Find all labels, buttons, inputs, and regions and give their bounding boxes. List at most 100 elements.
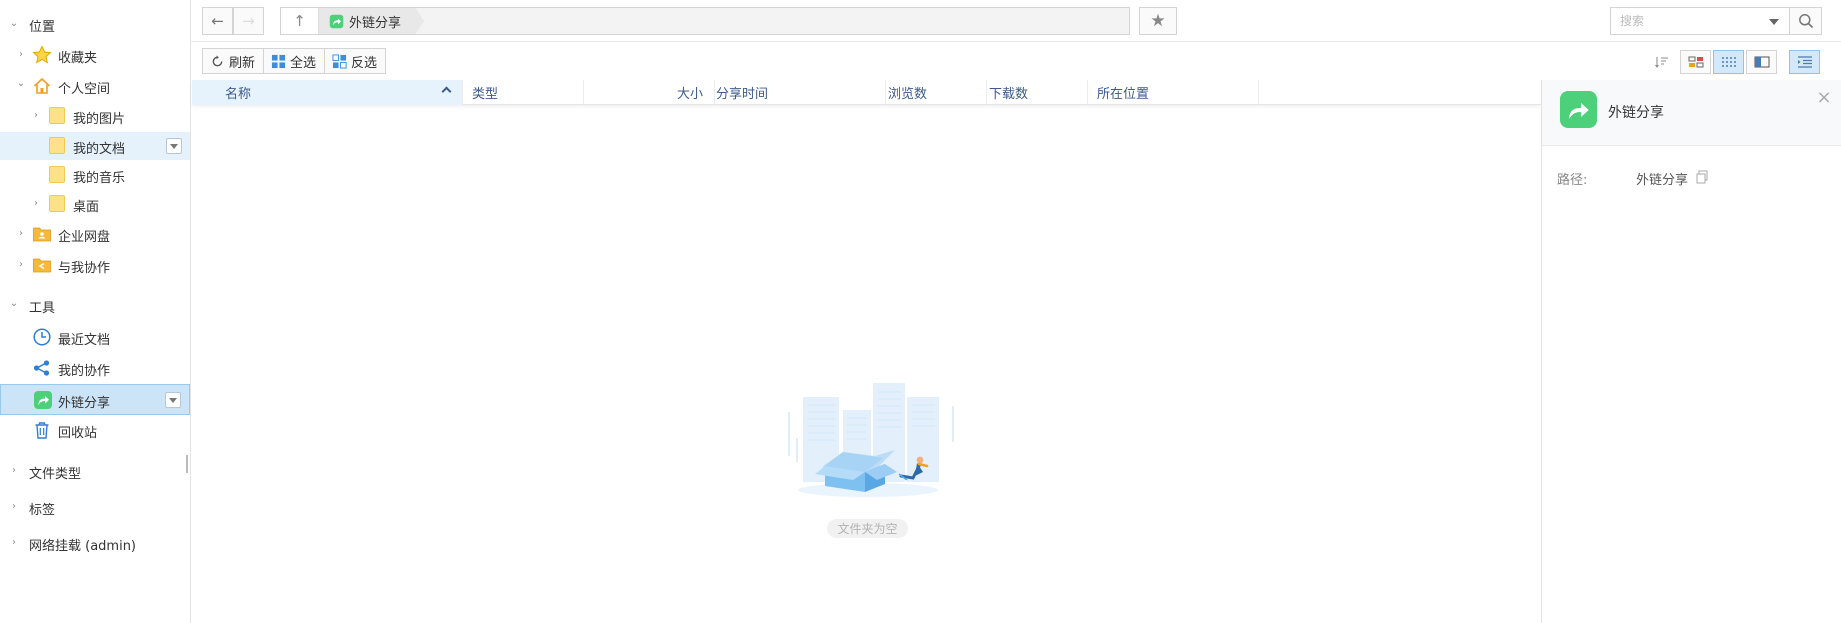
column-header-type[interactable]: 类型	[463, 80, 584, 105]
sidebar-item-label: 我的协作	[58, 364, 111, 379]
invert-selection-button[interactable]: 反选	[325, 49, 385, 73]
invert-selection-label: 反选	[351, 55, 378, 71]
sidebar-item-enterprise-drive[interactable]: › 企业网盘	[0, 220, 190, 248]
breadcrumb-item[interactable]: 外链分享	[319, 8, 424, 34]
section-network-mount[interactable]: › 网络挂载 (admin)	[0, 529, 190, 557]
select-all-button[interactable]: 全选	[264, 49, 326, 73]
column-header-downloads[interactable]: 下载数	[987, 80, 1088, 105]
detail-panel-icon	[1797, 56, 1812, 68]
forward-button[interactable]: →	[233, 7, 264, 35]
sidebar-item-shared-with-me[interactable]: › 与我协作	[0, 251, 190, 279]
section-label: 网络挂载 (admin)	[29, 539, 137, 554]
sidebar-item-label: 最近文档	[58, 333, 111, 348]
trash-icon	[35, 422, 49, 439]
chevron-right-icon[interactable]: ›	[8, 465, 20, 477]
back-button[interactable]: ←	[202, 7, 233, 35]
item-menu-dropdown[interactable]	[165, 392, 181, 408]
grid-view-icon	[1688, 56, 1703, 68]
sidebar: ⌄ 位置 › 收藏夹 ⌄ 个人空间 › 我的图片 我的文档 我的音乐 › 桌面 …	[0, 0, 191, 623]
chevron-right-icon[interactable]: ›	[8, 501, 20, 513]
folder-icon	[49, 107, 65, 124]
sidebar-item-label: 个人空间	[58, 82, 111, 97]
sidebar-item-my-music[interactable]: 我的音乐	[0, 161, 190, 189]
sidebar-item-my-pictures[interactable]: › 我的图片	[0, 102, 190, 130]
sidebar-resize-handle[interactable]	[186, 455, 188, 473]
path-value: 外链分享	[1636, 173, 1689, 188]
share-link-icon	[34, 391, 52, 409]
column-header-size[interactable]: 大小	[584, 80, 715, 105]
toggle-detail-panel-button[interactable]	[1789, 50, 1820, 74]
detail-panel: 外链分享 × 路径: 外链分享	[1541, 80, 1841, 623]
section-location[interactable]: ⌄ 位置	[0, 10, 190, 38]
column-header-name[interactable]: 名称	[192, 80, 463, 105]
sidebar-item-link-share[interactable]: 外链分享	[0, 384, 190, 415]
share-link-icon	[329, 14, 344, 28]
address-bar[interactable]: ↑ 外链分享	[280, 7, 1130, 35]
top-bar: ← → ↑ 外链分享 ★	[191, 0, 1841, 42]
column-header-location[interactable]: 所在位置	[1088, 80, 1259, 105]
close-icon[interactable]: ×	[1816, 89, 1832, 107]
sidebar-item-personal-space[interactable]: ⌄ 个人空间	[0, 72, 190, 100]
view-icon-mode-button[interactable]	[1680, 50, 1711, 74]
view-split-mode-button[interactable]	[1746, 50, 1777, 74]
section-tools[interactable]: ⌄ 工具	[0, 291, 190, 319]
sidebar-item-desktop[interactable]: › 桌面	[0, 190, 190, 218]
section-tags[interactable]: › 标签	[0, 493, 190, 521]
refresh-label: 刷新	[229, 55, 256, 71]
search-input[interactable]	[1611, 8, 1761, 34]
search-button[interactable]	[1790, 7, 1822, 35]
enterprise-folder-icon	[33, 227, 51, 242]
sidebar-item-my-collaboration[interactable]: 我的协作	[0, 354, 190, 382]
share-link-icon	[1560, 91, 1597, 128]
column-header-share-time[interactable]: 分享时间	[715, 80, 886, 105]
copy-icon[interactable]	[1695, 170, 1709, 184]
detail-panel-header: 外链分享 ×	[1542, 80, 1841, 146]
sidebar-item-recent-docs[interactable]: 最近文档	[0, 323, 190, 351]
arrow-up-icon: ↑	[293, 12, 306, 30]
shared-folder-icon	[33, 258, 51, 273]
chevron-right-icon[interactable]: ›	[30, 110, 42, 122]
chevron-down-icon[interactable]: ⌄	[15, 78, 27, 90]
folder-icon	[49, 137, 65, 154]
action-button-group: 刷新 全选 反选	[202, 48, 387, 74]
sidebar-item-label: 桌面	[73, 200, 100, 215]
chevron-right-icon[interactable]: ›	[15, 228, 27, 240]
favorite-button[interactable]: ★	[1139, 7, 1177, 35]
chevron-right-icon[interactable]: ›	[30, 198, 42, 210]
list-view-icon	[1721, 57, 1736, 67]
select-all-icon	[270, 53, 286, 69]
column-header-views[interactable]: 浏览数	[886, 80, 987, 105]
file-list-area[interactable]	[192, 106, 1541, 623]
sidebar-item-recycle-bin[interactable]: 回收站	[0, 416, 190, 444]
view-list-mode-button[interactable]	[1713, 50, 1744, 74]
column-header-label: 所在位置	[1097, 87, 1150, 102]
sort-ascending-icon	[441, 86, 452, 97]
section-label: 工具	[29, 301, 56, 316]
section-label: 位置	[29, 20, 56, 35]
star-icon	[32, 45, 52, 64]
select-all-label: 全选	[290, 55, 317, 71]
refresh-button[interactable]: 刷新	[203, 49, 265, 73]
search-scope-dropdown[interactable]	[1769, 19, 1779, 25]
sidebar-item-label: 与我协作	[58, 261, 111, 276]
sidebar-item-label: 我的音乐	[73, 171, 126, 186]
folder-icon	[49, 195, 65, 212]
chevron-right-icon[interactable]: ›	[15, 49, 27, 61]
search-icon	[1798, 14, 1813, 29]
chevron-down-icon[interactable]: ⌄	[8, 298, 20, 310]
arrow-right-icon: →	[242, 12, 255, 30]
chevron-right-icon[interactable]: ›	[15, 259, 27, 271]
item-menu-dropdown[interactable]	[166, 138, 182, 154]
sidebar-item-my-documents[interactable]: 我的文档	[0, 132, 190, 160]
sidebar-item-favorites[interactable]: › 收藏夹	[0, 41, 190, 69]
toolbar: 刷新 全选 反选	[191, 43, 1841, 79]
column-header-label: 类型	[472, 87, 499, 102]
path-label: 路径:	[1557, 173, 1588, 188]
share-nodes-icon	[33, 360, 50, 376]
column-header-label: 分享时间	[716, 87, 769, 102]
up-level-button[interactable]: ↑	[281, 8, 319, 34]
chevron-down-icon[interactable]: ⌄	[8, 18, 20, 30]
chevron-right-icon[interactable]: ›	[8, 537, 20, 549]
section-file-types[interactable]: › 文件类型	[0, 457, 190, 485]
sort-button[interactable]	[1651, 50, 1673, 74]
